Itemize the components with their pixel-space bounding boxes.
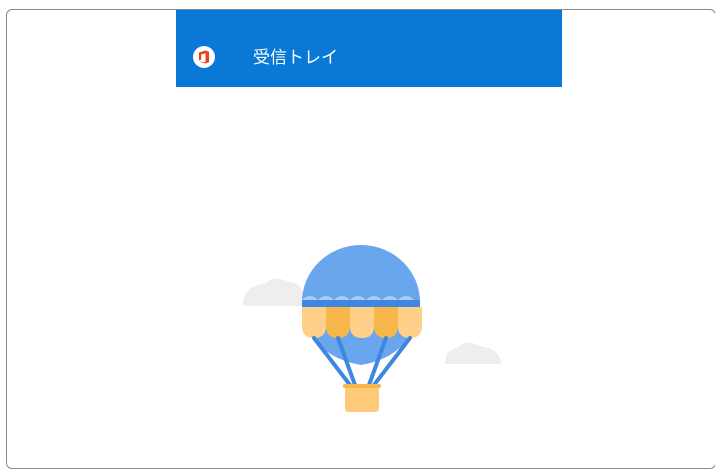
hot-air-balloon-icon bbox=[243, 245, 501, 412]
app-header: 受信トレイ bbox=[176, 10, 562, 87]
empty-state-illustration bbox=[243, 244, 505, 416]
office-logo-icon bbox=[199, 50, 209, 64]
cloud-icon bbox=[243, 278, 305, 306]
office-icon[interactable] bbox=[193, 46, 215, 68]
cloud-icon bbox=[445, 342, 501, 364]
balloon-basket bbox=[343, 384, 381, 412]
page-title: 受信トレイ bbox=[253, 48, 338, 68]
app-window: 受信トレイ bbox=[6, 9, 715, 469]
status-bar bbox=[176, 10, 562, 19]
